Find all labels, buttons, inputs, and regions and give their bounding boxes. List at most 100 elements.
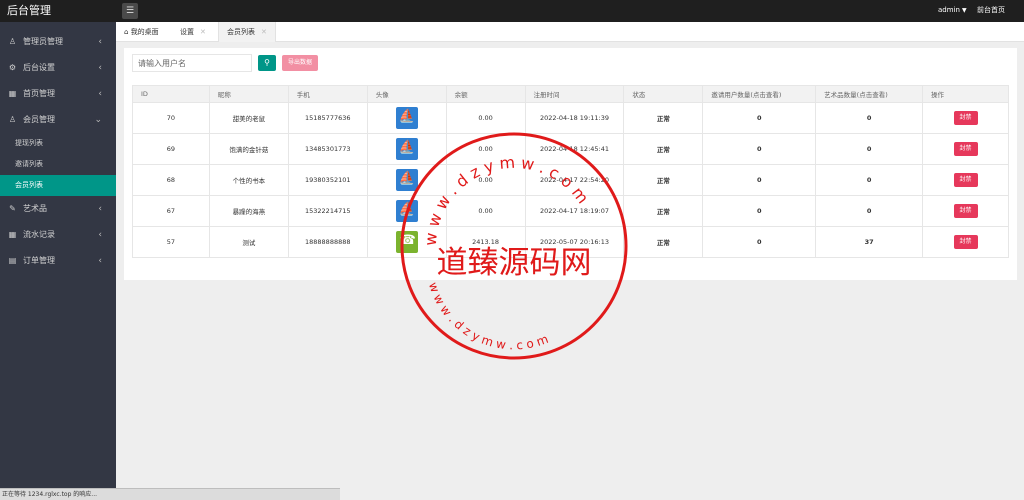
invite-count-link[interactable]: 0 [702, 164, 817, 196]
cell-balance: 0.00 [445, 102, 526, 134]
tab-desktop[interactable]: ⌂ 我的桌面 [124, 22, 159, 42]
watermark-ring-bottom: w w w . d z y m w . c o m [426, 280, 550, 352]
search-button[interactable]: ⚲ [258, 55, 276, 71]
sidebar-item-home[interactable]: ▦ 首页管理 ‹ [0, 81, 116, 107]
status-badge: 正常 [623, 226, 704, 258]
sidebar-subitem-withdraw[interactable]: 提现列表 [0, 133, 116, 154]
app-title: 后台管理 [7, 4, 51, 17]
sidebar-item-label: 首页管理 [23, 89, 55, 98]
cell-id: 70 [132, 102, 210, 134]
sidebar-item-members[interactable]: ♙ 会员管理 ⌄ [0, 107, 116, 133]
sidebar-item-label: 流水记录 [23, 230, 55, 239]
sidebar-subitem-invites[interactable]: 邀请列表 [0, 154, 116, 175]
tab-label: 会员列表 [227, 28, 255, 36]
cell-action: 封禁 [922, 133, 1009, 165]
sidebar-item-orders[interactable]: ▤ 订单管理 ‹ [0, 248, 116, 274]
top-header: 后台管理 ☰ admin ▼ 前台首页 [0, 0, 1024, 22]
cell-avatar [366, 102, 447, 134]
column-header: 昵称 [208, 85, 289, 103]
chevron-down-icon: ⌄ [94, 115, 102, 125]
status-badge: 正常 [623, 102, 704, 134]
invite-count-link[interactable]: 0 [702, 195, 817, 227]
column-header: 头像 [366, 85, 447, 103]
sidebar-item-label: 艺术品 [23, 204, 47, 213]
column-header: 注册时间 [524, 85, 625, 103]
cell-phone: 19380352101 [287, 164, 368, 196]
column-header: 操作 [922, 85, 1009, 103]
search-icon: ⚲ [264, 58, 270, 67]
sidebar-item-records[interactable]: ▦ 流水记录 ‹ [0, 222, 116, 248]
cell-nickname: 甜美的老鼠 [208, 102, 289, 134]
sidebar-item-admin[interactable]: ♙ 管理员管理 ‹ [0, 29, 116, 55]
status-badge: 正常 [623, 195, 704, 227]
sidebar-item-artworks[interactable]: ✎ 艺术品 ‹ [0, 196, 116, 222]
cell-nickname: 测试 [208, 226, 289, 258]
column-header: 艺术品数量(点击查看) [815, 85, 924, 103]
artwork-count-link[interactable]: 0 [815, 195, 924, 227]
tab-member-list[interactable]: 会员列表 ✕ [218, 22, 276, 42]
search-input[interactable] [132, 54, 252, 72]
watermark-text: 道臻源码网 [437, 245, 592, 281]
chevron-left-icon: ‹ [98, 89, 102, 99]
chevron-left-icon: ‹ [98, 204, 102, 214]
user-icon: ♙ [8, 115, 17, 124]
front-home-link[interactable]: 前台首页 [977, 0, 1005, 22]
sidebar-item-label: 管理员管理 [23, 37, 63, 46]
sidebar-item-label: 订单管理 [23, 256, 55, 265]
ban-button[interactable]: 封禁 [953, 142, 978, 156]
sidebar-item-settings[interactable]: ⚙ 后台设置 ‹ [0, 55, 116, 81]
cell-id: 57 [132, 226, 210, 258]
cell-action: 封禁 [922, 195, 1009, 227]
column-header: ID [132, 85, 210, 103]
watermark-ring-top: w w w . d z y m w . c o m [421, 153, 593, 247]
ban-button[interactable]: 封禁 [953, 235, 978, 249]
watermark-stamp: w w w . d z y m w . c o m w w w . d z y … [400, 132, 628, 360]
cell-nickname: 个性的书本 [208, 164, 289, 196]
tab-label: 设置 [180, 28, 194, 36]
cell-id: 67 [132, 195, 210, 227]
invite-count-link[interactable]: 0 [702, 226, 817, 258]
status-badge: 正常 [623, 133, 704, 165]
user-icon: ♙ [8, 37, 17, 46]
gear-icon: ⚙ [8, 63, 17, 72]
pin-icon: ✎ [9, 204, 16, 213]
chevron-left-icon: ‹ [98, 63, 102, 73]
grid-icon: ▦ [8, 230, 17, 239]
cell-action: 封禁 [922, 164, 1009, 196]
invite-count-link[interactable]: 0 [702, 102, 817, 134]
artwork-count-link[interactable]: 0 [815, 102, 924, 134]
sidebar: ♙ 管理员管理 ‹ ⚙ 后台设置 ‹ ▦ 首页管理 ‹ ♙ 会员管理 ⌄ 提现列表 邀请列表 会… [0, 22, 116, 500]
close-icon[interactable]: ✕ [261, 28, 267, 36]
cell-nickname: 饱满的金针菇 [208, 133, 289, 165]
export-button[interactable]: 导出数据 [282, 55, 318, 71]
cell-phone: 15185777636 [287, 102, 368, 134]
cell-phone: 13485301773 [287, 133, 368, 165]
doc-icon: ▤ [8, 256, 17, 265]
ban-button[interactable]: 封禁 [953, 111, 978, 125]
artwork-count-link[interactable]: 0 [815, 133, 924, 165]
ban-button[interactable]: 封禁 [953, 173, 978, 187]
status-badge: 正常 [623, 164, 704, 196]
column-header: 手机 [287, 85, 368, 103]
grid-icon: ▦ [8, 89, 17, 98]
user-name: admin [938, 6, 960, 14]
sidebar-subitem-members[interactable]: 会员列表 [0, 175, 116, 196]
ban-button[interactable]: 封禁 [953, 204, 978, 218]
artwork-count-link[interactable]: 0 [815, 164, 924, 196]
table-row: 70 甜美的老鼠 15185777636 0.00 2022-04-18 19:… [132, 102, 1009, 134]
cell-registered: 2022-04-18 19:11:39 [524, 102, 625, 134]
close-icon[interactable]: ✕ [200, 28, 206, 36]
artwork-count-link[interactable]: 37 [815, 226, 924, 258]
tab-bar: ⌂ 我的桌面 设置 ✕ 会员列表 ✕ [116, 22, 1024, 42]
browser-status-bar: 正在等待 1234.rglxc.top 的响应... [0, 488, 340, 500]
tab-settings[interactable]: 设置 ✕ [180, 22, 206, 42]
avatar[interactable] [395, 107, 418, 129]
cell-phone: 18888888888 [287, 226, 368, 258]
user-menu[interactable]: admin ▼ [938, 0, 967, 22]
cell-id: 68 [132, 164, 210, 196]
menu-icon[interactable]: ☰ [122, 3, 138, 19]
table-header-row: ID 昵称 手机 头像 余额 注册时间 状态 邀请用户数量(点击查看) 艺术品数… [132, 85, 1009, 103]
chevron-down-icon: ▼ [961, 7, 967, 14]
invite-count-link[interactable]: 0 [702, 133, 817, 165]
column-header: 余额 [445, 85, 526, 103]
